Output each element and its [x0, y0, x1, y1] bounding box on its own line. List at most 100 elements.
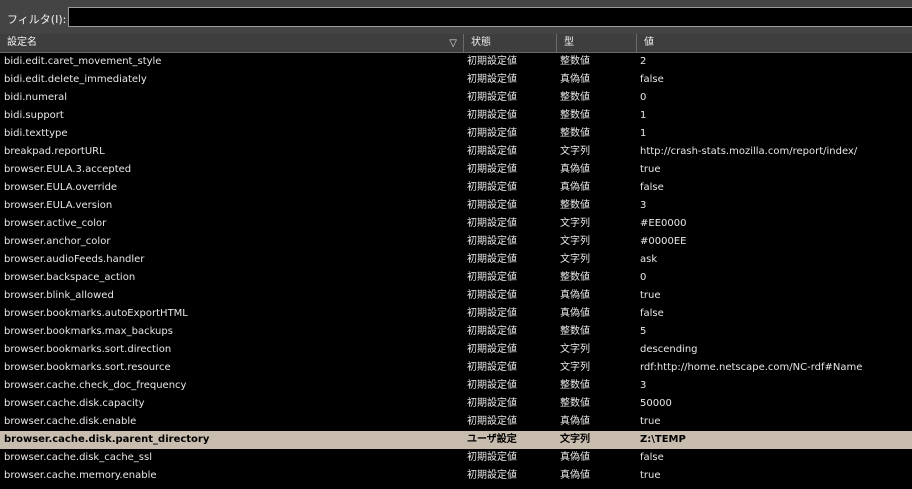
pref-name: bidi.texttype	[4, 128, 68, 139]
table-row[interactable]: browser.EULA.3.accepted 初期設定値 真偽値 true	[0, 161, 912, 179]
pref-value: 3	[640, 200, 647, 211]
pref-name: browser.cache.disk_cache_ssl	[4, 452, 153, 463]
pref-name: browser.EULA.override	[4, 182, 118, 193]
table-row[interactable]: breakpad.reportURL 初期設定値 文字列 http://crash-s…	[0, 143, 912, 161]
pref-type: 文字列	[560, 236, 590, 247]
pref-type: 真偽値	[560, 452, 590, 463]
table-row[interactable]: browser.cache.disk_cache_ssl 初期設定値 真偽値 fals…	[0, 449, 912, 467]
pref-status: 初期設定値	[467, 128, 517, 139]
column-header-status-label: 状態	[471, 37, 491, 48]
table-row[interactable]: browser.anchor_color 初期設定値 文字列 #0000EE	[0, 233, 912, 251]
pref-type: 真偽値	[560, 164, 590, 175]
pref-status: 初期設定値	[467, 110, 517, 121]
pref-name: browser.cache.disk.parent_directory	[4, 434, 210, 445]
table-row[interactable]: browser.cache.disk.capacity 初期設定値 整数値 50000	[0, 395, 912, 413]
pref-value: 3	[640, 380, 647, 391]
table-row[interactable]: browser.cache.check_doc_frequency 初期設定値 整数…	[0, 377, 912, 395]
pref-name: browser.audioFeeds.handler	[4, 254, 145, 265]
table-row[interactable]: browser.bookmarks.sort.resource 初期設定値 文字列 r…	[0, 359, 912, 377]
pref-status: 初期設定値	[467, 326, 517, 337]
pref-status: 初期設定値	[467, 146, 517, 157]
pref-status: 初期設定値	[467, 92, 517, 103]
pref-type: 整数値	[560, 200, 590, 211]
pref-name: bidi.support	[4, 110, 64, 121]
pref-name: browser.EULA.version	[4, 200, 113, 211]
pref-name: browser.bookmarks.sort.resource	[4, 362, 171, 373]
table-row[interactable]: browser.cache.memory.enable 初期設定値 真偽値 true	[0, 467, 912, 485]
column-header-value[interactable]: 値	[637, 34, 912, 52]
filter-bar: フィルタ(I):	[0, 0, 912, 35]
pref-status: 初期設定値	[467, 182, 517, 193]
table-row[interactable]: bidi.numeral 初期設定値 整数値 0	[0, 89, 912, 107]
pref-value: false	[640, 74, 664, 85]
pref-value: 1	[640, 110, 647, 121]
table-row[interactable]: browser.EULA.version 初期設定値 整数値 3	[0, 197, 912, 215]
table-row[interactable]: bidi.edit.delete_immediately 初期設定値 真偽値 fals…	[0, 71, 912, 89]
pref-type: 文字列	[560, 146, 590, 157]
filter-input[interactable]	[68, 7, 912, 27]
pref-value: #0000EE	[640, 236, 687, 247]
pref-type: 整数値	[560, 398, 590, 409]
pref-name: browser.cache.disk.capacity	[4, 398, 145, 409]
column-header: 設定名 ▽ 状態 型 値	[0, 34, 912, 53]
pref-value: true	[640, 164, 661, 175]
pref-value: true	[640, 470, 661, 481]
table-row[interactable]: browser.bookmarks.autoExportHTML 初期設定値 真偽値…	[0, 305, 912, 323]
table-row[interactable]: bidi.support 初期設定値 整数値 1	[0, 107, 912, 125]
pref-name: browser.backspace_action	[4, 272, 136, 283]
pref-value: 1	[640, 128, 647, 139]
pref-type: 整数値	[560, 272, 590, 283]
pref-type: 真偽値	[560, 290, 590, 301]
column-header-status[interactable]: 状態	[464, 34, 557, 52]
table-row[interactable]: bidi.texttype 初期設定値 整数値 1	[0, 125, 912, 143]
column-header-type[interactable]: 型	[557, 34, 637, 52]
pref-type: 整数値	[560, 380, 590, 391]
pref-value: false	[640, 308, 664, 319]
pref-value: true	[640, 290, 661, 301]
pref-type: 真偽値	[560, 74, 590, 85]
pref-type: 真偽値	[560, 182, 590, 193]
pref-value: false	[640, 452, 664, 463]
pref-type: 整数値	[560, 128, 590, 139]
pref-name: browser.blink_allowed	[4, 290, 114, 301]
pref-status: 初期設定値	[467, 74, 517, 85]
sort-descending-icon: ▽	[449, 38, 457, 49]
pref-name: browser.active_color	[4, 218, 107, 229]
table-row[interactable]: browser.active_color 初期設定値 文字列 #EE0000	[0, 215, 912, 233]
pref-type: 文字列	[560, 434, 590, 445]
table-row[interactable]: browser.backspace_action 初期設定値 整数値 0	[0, 269, 912, 287]
pref-value: true	[640, 416, 661, 427]
table-row[interactable]: browser.bookmarks.max_backups 初期設定値 整数値 5	[0, 323, 912, 341]
pref-value: 0	[640, 272, 647, 283]
pref-value: rdf:http://home.netscape.com/NC-rdf#Name	[640, 362, 863, 373]
table-row-selected[interactable]: browser.cache.disk.parent_directory ユーザ設定…	[0, 431, 912, 449]
pref-name: browser.anchor_color	[4, 236, 111, 247]
pref-type: 真偽値	[560, 416, 590, 427]
pref-name: browser.cache.check_doc_frequency	[4, 380, 187, 391]
pref-status: 初期設定値	[467, 164, 517, 175]
table-row[interactable]: browser.bookmarks.sort.direction 初期設定値 文字列…	[0, 341, 912, 359]
pref-type: 整数値	[560, 92, 590, 103]
table-row[interactable]: browser.audioFeeds.handler 初期設定値 文字列 ask	[0, 251, 912, 269]
pref-status: 初期設定値	[467, 380, 517, 391]
pref-status: 初期設定値	[467, 398, 517, 409]
preferences-rows: bidi.edit.caret_movement_style 初期設定値 整数値 2b…	[0, 53, 912, 485]
pref-status: 初期設定値	[467, 470, 517, 481]
pref-status: 初期設定値	[467, 272, 517, 283]
pref-status: 初期設定値	[467, 452, 517, 463]
table-row[interactable]: bidi.edit.caret_movement_style 初期設定値 整数値 2	[0, 53, 912, 71]
pref-type: 文字列	[560, 362, 590, 373]
pref-status: 初期設定値	[467, 254, 517, 265]
table-row[interactable]: browser.cache.disk.enable 初期設定値 真偽値 true	[0, 413, 912, 431]
pref-type: 真偽値	[560, 308, 590, 319]
pref-type: 文字列	[560, 344, 590, 355]
pref-name: browser.cache.disk.enable	[4, 416, 137, 427]
pref-status: ユーザ設定	[467, 434, 517, 445]
pref-type: 整数値	[560, 326, 590, 337]
table-row[interactable]: browser.blink_allowed 初期設定値 真偽値 true	[0, 287, 912, 305]
pref-value: http://crash-stats.mozilla.com/report/in…	[640, 146, 858, 157]
column-header-name[interactable]: 設定名 ▽	[0, 34, 464, 52]
pref-value: ask	[640, 254, 658, 265]
table-row[interactable]: browser.EULA.override 初期設定値 真偽値 false	[0, 179, 912, 197]
filter-label: フィルタ(I):	[7, 13, 67, 26]
